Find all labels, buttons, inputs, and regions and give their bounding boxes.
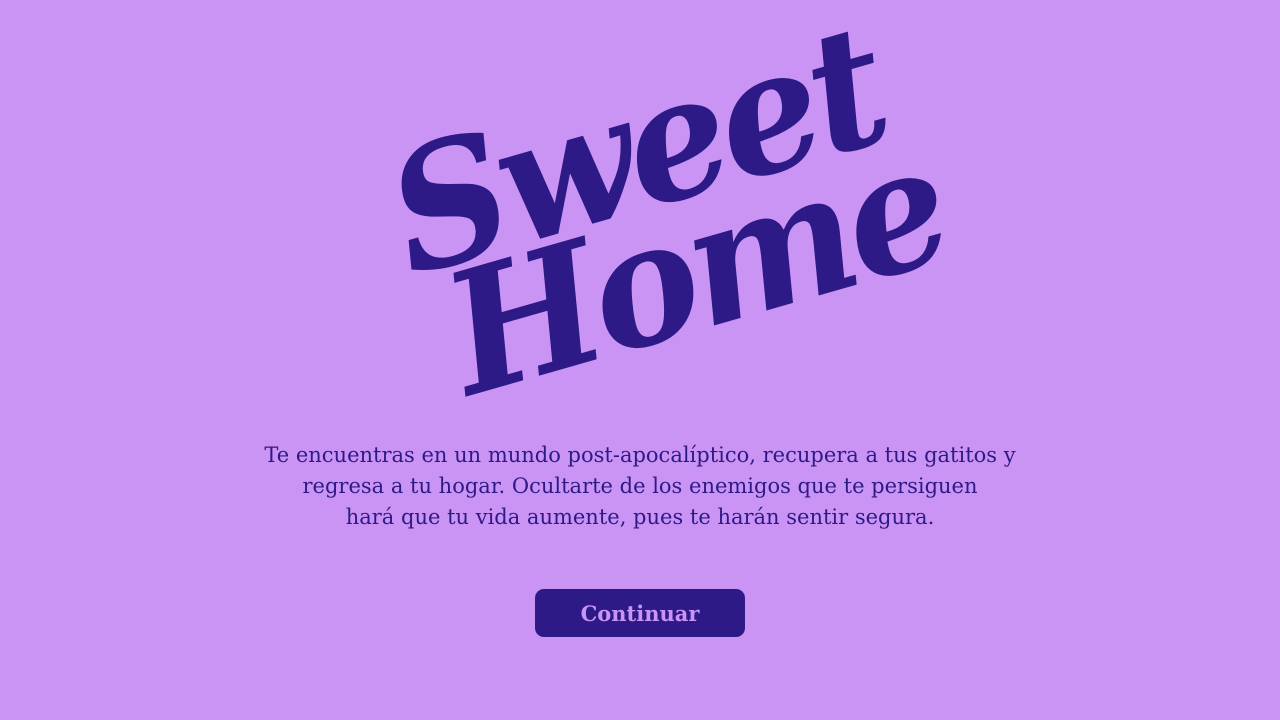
description-line: regresa a tu hogar. Ocultarte de los ene… <box>302 474 978 498</box>
title-screen: Sweet Home Te encuentras en un mundo pos… <box>0 0 1280 720</box>
intro-description: Te encuentras en un mundo post-apocalípt… <box>240 440 1040 533</box>
description-line: hará que tu vida aumente, pues te harán … <box>345 505 935 529</box>
continue-button[interactable]: Continuar <box>535 589 745 637</box>
description-line: Te encuentras en un mundo post-apocalípt… <box>264 443 1016 467</box>
game-logo: Sweet Home <box>368 0 966 434</box>
